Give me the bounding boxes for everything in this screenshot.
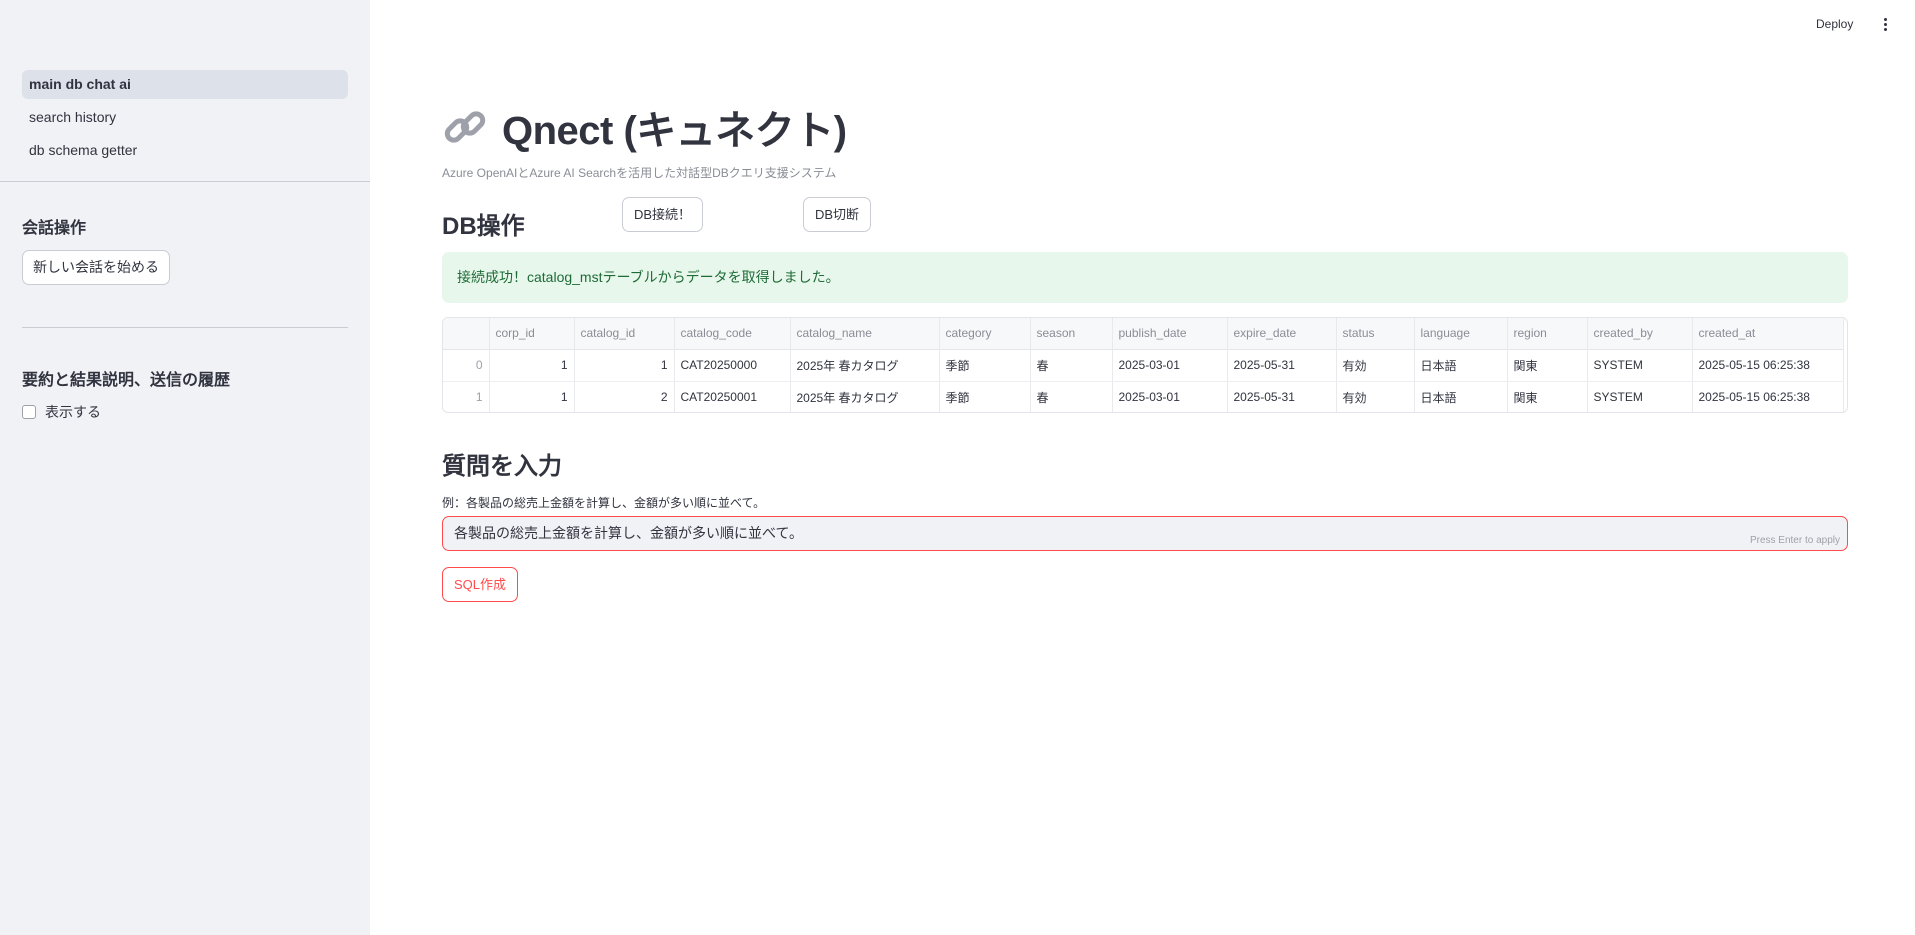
success-alert: 接続成功！catalog_mstテーブルからデータを取得しました。 bbox=[442, 252, 1848, 303]
table-cell[interactable]: 春 bbox=[1030, 349, 1113, 382]
table-cell[interactable]: 2025年 春カタログ bbox=[790, 381, 940, 412]
new-conversation-button[interactable]: 新しい会話を始める bbox=[22, 250, 170, 285]
sidebar-item-main-db-chat-ai[interactable]: main db chat ai bbox=[22, 70, 348, 99]
table-cell[interactable]: SYSTEM bbox=[1587, 349, 1693, 382]
sidebar-divider bbox=[22, 327, 348, 328]
table-cell[interactable]: CAT20250000 bbox=[674, 349, 791, 382]
sidebar-item-search-history[interactable]: search history bbox=[22, 103, 348, 132]
table-cell[interactable]: CAT20250001 bbox=[674, 381, 791, 412]
table-header-row: corp_id catalog_id catalog_code catalog_… bbox=[443, 318, 1844, 350]
sidebar: main db chat ai search history db schema… bbox=[0, 0, 370, 935]
db-section-title: DB操作 bbox=[442, 213, 525, 240]
question-label: 例：各製品の総売上金額を計算し、金額が多い順に並べて。 bbox=[442, 496, 766, 510]
table-cell[interactable]: 2025-03-01 bbox=[1112, 349, 1228, 382]
table-cell[interactable]: 2025-05-15 06:25:38 bbox=[1692, 349, 1844, 382]
column-header[interactable]: catalog_id bbox=[574, 318, 675, 350]
table-cell[interactable]: 2 bbox=[574, 381, 675, 412]
table-cell[interactable]: 日本語 bbox=[1414, 349, 1508, 382]
table-cell[interactable]: 春 bbox=[1030, 381, 1113, 412]
table-cell[interactable]: SYSTEM bbox=[1587, 381, 1693, 412]
table-cell[interactable]: 季節 bbox=[939, 381, 1031, 412]
table-cell[interactable]: 季節 bbox=[939, 349, 1031, 382]
table-cell[interactable]: 2025-05-15 06:25:38 bbox=[1692, 381, 1844, 412]
title-row: Qnect (キュネクト) bbox=[442, 98, 847, 156]
vertical-dots-icon[interactable] bbox=[1880, 18, 1890, 34]
question-section-title: 質問を入力 bbox=[442, 453, 562, 480]
column-header[interactable]: category bbox=[939, 318, 1031, 350]
column-header[interactable]: publish_date bbox=[1112, 318, 1228, 350]
table-cell[interactable]: 日本語 bbox=[1414, 381, 1508, 412]
db-disconnect-button[interactable]: DB切断 bbox=[803, 197, 872, 232]
data-table[interactable]: corp_id catalog_id catalog_code catalog_… bbox=[442, 317, 1848, 413]
column-header[interactable]: expire_date bbox=[1227, 318, 1337, 350]
table-cell[interactable]: 2025-05-31 bbox=[1227, 381, 1337, 412]
page-title: Qnect (キュネクト) bbox=[502, 109, 847, 153]
question-input-value: 各製品の総売上金額を計算し、金額が多い順に並べて。 bbox=[454, 525, 804, 541]
column-header[interactable]: catalog_name bbox=[790, 318, 940, 350]
main-content: Qnect (キュネクト) Azure OpenAIとAzure AI Sear… bbox=[442, 0, 1848, 935]
table-cell[interactable]: 関東 bbox=[1507, 349, 1588, 382]
row-index: 0 bbox=[443, 349, 490, 382]
conversation-section-title: 会話操作 bbox=[22, 220, 87, 237]
column-header[interactable]: status bbox=[1336, 318, 1415, 350]
table-cell[interactable]: 関東 bbox=[1507, 381, 1588, 412]
table-cell[interactable]: 2025年 春カタログ bbox=[790, 349, 940, 382]
table-row[interactable]: 0 1 1 CAT20250000 2025年 春カタログ 季節 春 2025-… bbox=[443, 349, 1844, 382]
column-header[interactable]: season bbox=[1030, 318, 1113, 350]
column-header[interactable]: catalog_code bbox=[674, 318, 791, 350]
table-cell[interactable]: 1 bbox=[489, 381, 575, 412]
sidebar-item-db-schema-getter[interactable]: db schema getter bbox=[22, 136, 348, 165]
db-connect-button[interactable]: DB接続！ bbox=[622, 197, 704, 232]
column-header[interactable]: corp_id bbox=[489, 318, 575, 350]
table-row[interactable]: 1 1 2 CAT20250001 2025年 春カタログ 季節 春 2025-… bbox=[443, 381, 1844, 412]
link-icon bbox=[444, 111, 486, 143]
column-header[interactable]: created_at bbox=[1692, 318, 1844, 350]
table-cell[interactable]: 1 bbox=[574, 349, 675, 382]
column-header[interactable] bbox=[443, 318, 490, 350]
nav-divider bbox=[0, 181, 370, 182]
press-enter-hint: Press Enter to apply bbox=[1749, 535, 1840, 546]
show-history-toggle[interactable]: 表示する bbox=[22, 402, 101, 422]
question-input[interactable]: 各製品の総売上金額を計算し、金額が多い順に並べて。 Press Enter to… bbox=[442, 516, 1848, 551]
table-cell[interactable]: 有効 bbox=[1336, 349, 1415, 382]
column-header[interactable]: created_by bbox=[1587, 318, 1693, 350]
sql-create-button[interactable]: SQL作成 bbox=[442, 567, 519, 602]
sidebar-nav: main db chat ai search history db schema… bbox=[22, 70, 348, 169]
row-index: 1 bbox=[443, 381, 490, 412]
history-section-title: 要約と結果説明、送信の履歴 bbox=[22, 372, 231, 389]
column-header[interactable]: region bbox=[1507, 318, 1588, 350]
page-subtitle: Azure OpenAIとAzure AI Searchを活用した対話型DBクエ… bbox=[442, 166, 837, 180]
column-header[interactable]: language bbox=[1414, 318, 1508, 350]
table-cell[interactable]: 有効 bbox=[1336, 381, 1415, 412]
table-cell[interactable]: 2025-05-31 bbox=[1227, 349, 1337, 382]
show-history-label: 表示する bbox=[45, 404, 101, 420]
table-cell[interactable]: 2025-03-01 bbox=[1112, 381, 1228, 412]
show-history-checkbox[interactable] bbox=[22, 405, 36, 419]
table-cell[interactable]: 1 bbox=[489, 349, 575, 382]
